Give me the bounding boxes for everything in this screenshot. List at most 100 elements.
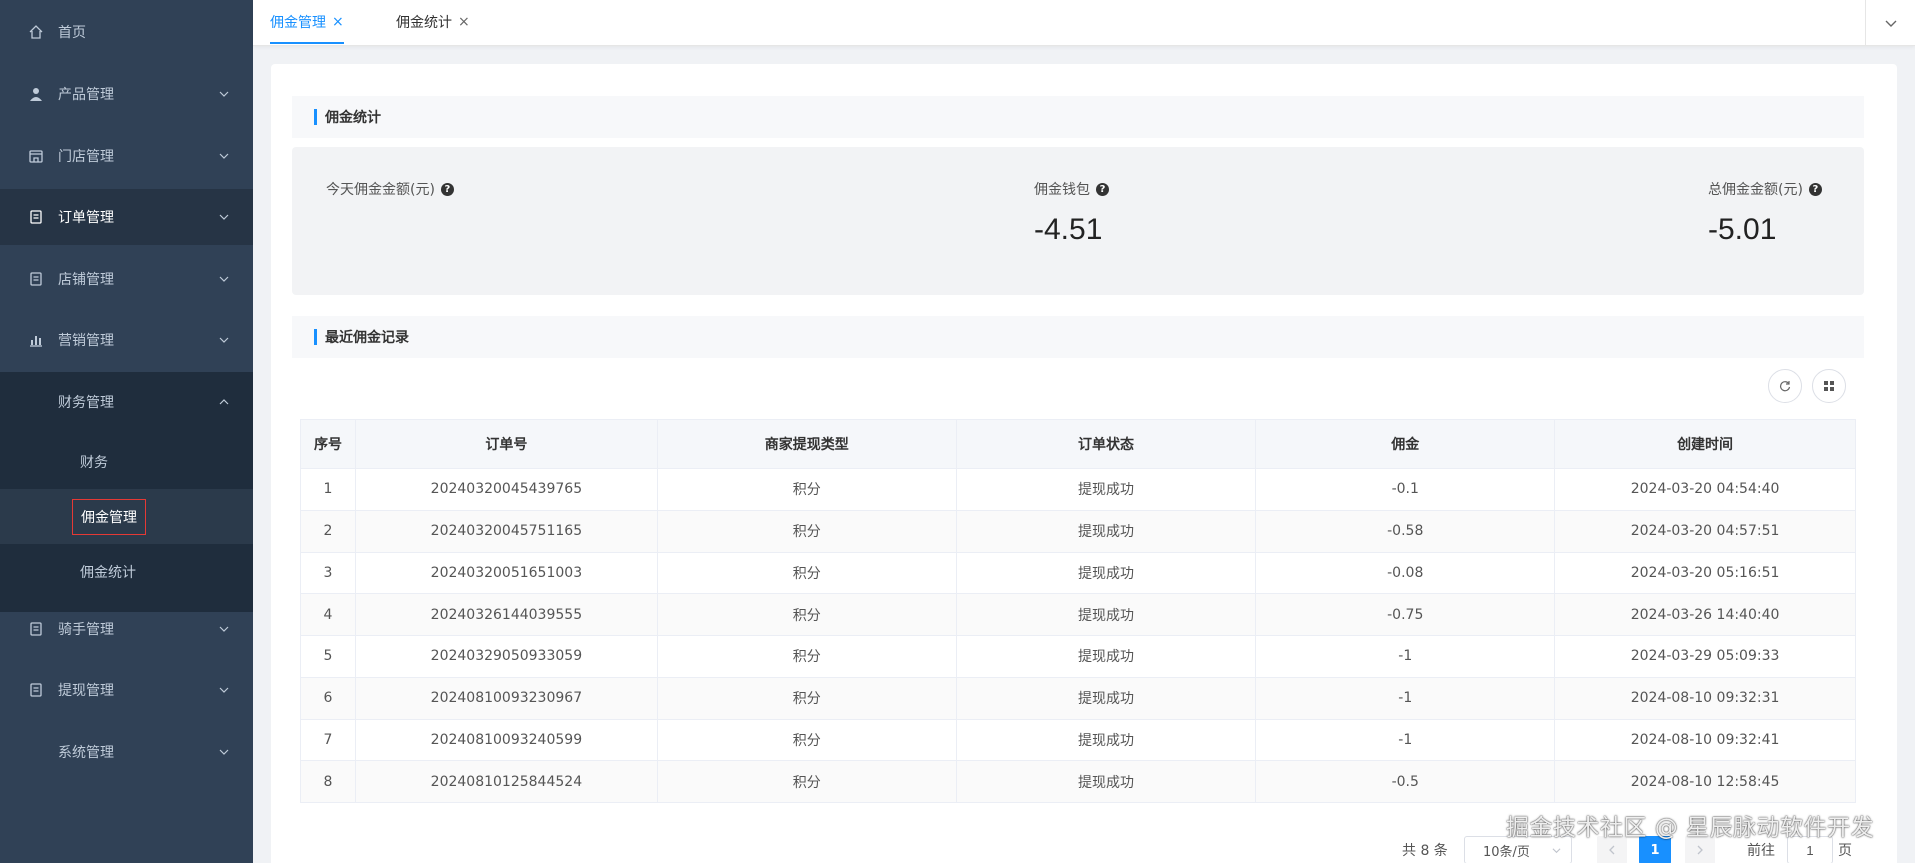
order-icon — [28, 209, 44, 225]
table-cell: 提现成功 — [955, 551, 1257, 595]
sidebar-item-stores[interactable]: 门店管理 — [0, 128, 253, 184]
table-cell: 2024-08-10 09:32:41 — [1554, 718, 1856, 762]
sidebar-item-label: 产品管理 — [58, 87, 114, 103]
watermark: 掘金技术社区 @ 星辰脉动软件开发 — [1506, 815, 1875, 841]
sidebar-item-finance[interactable]: 财务管理 — [0, 374, 253, 430]
page-size-value: 10条/页 — [1483, 844, 1530, 860]
sidebar-item-label: 财务管理 — [58, 395, 114, 411]
chevron-down-icon — [219, 687, 229, 693]
sidebar-item-label: 骑手管理 — [58, 622, 114, 638]
table-cell: 20240320045439765 — [354, 468, 658, 511]
sidebar-item-label: 店铺管理 — [58, 272, 114, 288]
table-cell: 20240329050933059 — [354, 635, 658, 678]
sidebar-item-products[interactable]: 产品管理 — [0, 66, 253, 122]
tab-label: 佣金管理 — [270, 15, 326, 31]
sidebar-subitem-finance[interactable]: 财务 — [0, 434, 253, 489]
table-cell: 20240810093240599 — [354, 718, 658, 762]
table-cell: 提现成功 — [955, 509, 1257, 553]
column-header: 订单号 — [354, 419, 658, 469]
help-icon[interactable]: ? — [440, 182, 454, 196]
sidebar-item-label: 首页 — [58, 25, 86, 41]
shop-doc-icon — [28, 271, 44, 287]
tabs-bar: 佣金管理 × 佣金统计 × — [253, 0, 1915, 46]
table-cell: 2024-03-20 05:16:51 — [1554, 551, 1856, 595]
table-cell: -0.58 — [1255, 509, 1556, 553]
column-header: 序号 — [300, 419, 356, 469]
table-cell: 2024-08-10 12:58:45 — [1554, 760, 1856, 803]
sidebar-item-home[interactable]: 首页 — [0, 4, 253, 60]
pagination-total: 共 8 条 — [1402, 843, 1448, 859]
table-cell: 7 — [300, 718, 356, 762]
table-row: 4 20240326144039555 积分 提现成功 -0.75 2024-03-26 … — [300, 593, 1856, 636]
columns-button[interactable] — [1812, 369, 1846, 403]
stat-value: -4.51 — [1034, 213, 1103, 246]
tabs-dropdown-button[interactable] — [1865, 0, 1915, 46]
table-cell: 1 — [300, 468, 356, 511]
refresh-button[interactable] — [1768, 369, 1802, 403]
bar-chart-icon — [28, 332, 44, 348]
chevron-up-icon — [219, 399, 229, 405]
table-cell: 积分 — [656, 635, 957, 678]
section-accent-bar — [314, 329, 317, 345]
section-header-records: 最近佣金记录 — [292, 316, 1864, 358]
close-icon[interactable]: × — [332, 14, 344, 30]
table-cell: 20240810125844524 — [354, 760, 658, 803]
table-cell: -0.5 — [1255, 760, 1556, 803]
table-cell: -0.08 — [1255, 551, 1556, 595]
sidebar-subitem-label: 佣金统计 — [80, 564, 136, 581]
chevron-down-icon — [219, 214, 229, 220]
table-cell: 2024-03-29 05:09:33 — [1554, 635, 1856, 678]
section-accent-bar — [314, 109, 317, 125]
table-cell: 积分 — [656, 551, 957, 595]
table-cell: 积分 — [656, 468, 957, 511]
chevron-down-icon — [219, 91, 229, 97]
tab-commission-stats[interactable]: 佣金统计 × — [396, 0, 470, 44]
table-cell: -0.1 — [1255, 468, 1556, 511]
chevron-down-icon — [219, 153, 229, 159]
section-title: 最近佣金记录 — [325, 330, 409, 346]
stats-panel: 今天佣金金额(元)? 佣金钱包? -4.51 总佣金金额(元)? -5.01 — [292, 147, 1864, 295]
table-cell: 20240320051651003 — [354, 551, 658, 595]
table-cell: 5 — [300, 635, 356, 678]
table-row: 8 20240810125844524 积分 提现成功 -0.5 2024-08-10 1… — [300, 760, 1856, 803]
table-cell: 积分 — [656, 760, 957, 803]
sidebar-subitem-commission-stats[interactable]: 佣金统计 — [0, 544, 253, 599]
help-icon[interactable]: ? — [1808, 182, 1822, 196]
user-icon — [28, 86, 44, 102]
sidebar-item-riders[interactable]: 骑手管理 — [0, 601, 253, 657]
table-row: 1 20240320045439765 积分 提现成功 -0.1 2024-03-20 0… — [300, 468, 1856, 511]
table-cell: -0.75 — [1255, 593, 1556, 636]
column-header: 创建时间 — [1554, 419, 1856, 469]
table-cell: 提现成功 — [955, 593, 1257, 636]
table-cell: 2024-08-10 09:32:31 — [1554, 676, 1856, 720]
sidebar-item-system[interactable]: 系统管理 — [0, 724, 253, 780]
chevron-down-icon — [219, 626, 229, 632]
stat-label: 总佣金金额(元) — [1708, 182, 1803, 198]
table-cell: 积分 — [656, 718, 957, 762]
sidebar-subitem-label: 佣金管理 — [72, 498, 146, 535]
sidebar-item-shops[interactable]: 店铺管理 — [0, 251, 253, 307]
sidebar-item-label: 系统管理 — [58, 745, 114, 761]
close-icon[interactable]: × — [458, 14, 470, 30]
stat-value: -5.01 — [1708, 213, 1777, 246]
table-cell: 2024-03-20 04:54:40 — [1554, 468, 1856, 511]
sidebar-item-label: 营销管理 — [58, 333, 114, 349]
sidebar-item-marketing[interactable]: 营销管理 — [0, 312, 253, 368]
sidebar-item-orders[interactable]: 订单管理 — [0, 189, 253, 245]
table-cell: 4 — [300, 593, 356, 636]
chevron-down-icon — [1885, 20, 1896, 27]
help-icon[interactable]: ? — [1096, 182, 1109, 196]
table-cell: 2024-03-26 14:40:40 — [1554, 593, 1856, 636]
sidebar-subitem-commission-management[interactable]: 佣金管理 — [0, 489, 253, 544]
grid-icon — [1824, 381, 1834, 391]
withdraw-icon — [28, 682, 44, 698]
tab-commission-management[interactable]: 佣金管理 × — [270, 0, 344, 44]
table-cell: 积分 — [656, 509, 957, 553]
table-cell: 20240810093230967 — [354, 676, 658, 720]
chevron-right-icon — [1697, 845, 1703, 855]
rider-icon — [28, 621, 44, 637]
chevron-down-icon — [1552, 848, 1561, 854]
stat-today-commission: 今天佣金金额(元)? — [326, 179, 454, 213]
sidebar-item-withdraw[interactable]: 提现管理 — [0, 662, 253, 718]
table-cell: 提现成功 — [955, 468, 1257, 511]
